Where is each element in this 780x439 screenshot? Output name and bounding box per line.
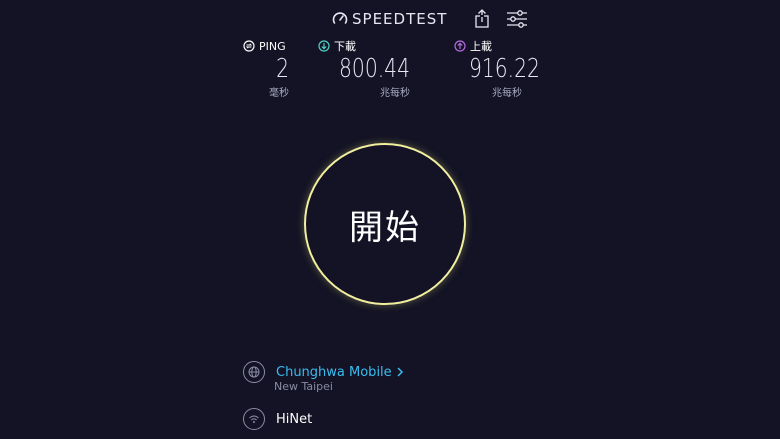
download-arrow-icon <box>318 40 330 52</box>
sliders-icon[interactable] <box>506 9 528 29</box>
start-test-button[interactable]: 開始 <box>304 143 466 305</box>
download-value: 800.44 <box>339 54 410 84</box>
ping-metric: PING 2 毫秒 <box>243 38 289 99</box>
brand-logo: SPEEDTEST <box>332 10 447 28</box>
upload-metric: 上載 916.22 兆每秒 <box>454 38 540 99</box>
brand-name: SPEEDTEST <box>352 10 448 28</box>
upload-arrow-icon <box>454 40 466 52</box>
speedtest-screen: SPEEDTEST PING 2 毫秒 下載 800.44 兆每秒 上載 916… <box>0 0 780 439</box>
upload-value: 916.22 <box>468 54 540 84</box>
globe-icon <box>243 361 265 383</box>
wifi-icon <box>243 408 265 430</box>
chevron-right-icon <box>397 367 403 377</box>
ping-icon <box>243 40 255 52</box>
provider-location: New Taipei <box>274 380 333 393</box>
app-header: SPEEDTEST <box>0 0 780 36</box>
gauge-icon <box>332 12 348 24</box>
ping-unit: 毫秒 <box>269 88 289 99</box>
host-name: HiNet <box>276 411 313 427</box>
host-row[interactable]: HiNet <box>243 408 312 430</box>
start-test-label: 開始 <box>349 207 421 248</box>
ping-label: PING <box>259 39 286 53</box>
download-header: 下載 <box>318 38 410 54</box>
upload-header: 上載 <box>454 38 522 54</box>
upload-unit: 兆每秒 <box>492 88 522 99</box>
provider-link[interactable]: Chunghwa Mobile <box>276 365 404 380</box>
download-label: 下載 <box>334 40 356 53</box>
download-unit: 兆每秒 <box>380 88 410 99</box>
ping-header: PING <box>243 38 289 54</box>
download-metric: 下載 800.44 兆每秒 <box>318 38 410 99</box>
upload-label: 上載 <box>470 40 492 53</box>
provider-name: Chunghwa Mobile <box>276 364 392 380</box>
share-icon[interactable] <box>471 9 493 29</box>
ping-value: 2 <box>276 54 289 84</box>
